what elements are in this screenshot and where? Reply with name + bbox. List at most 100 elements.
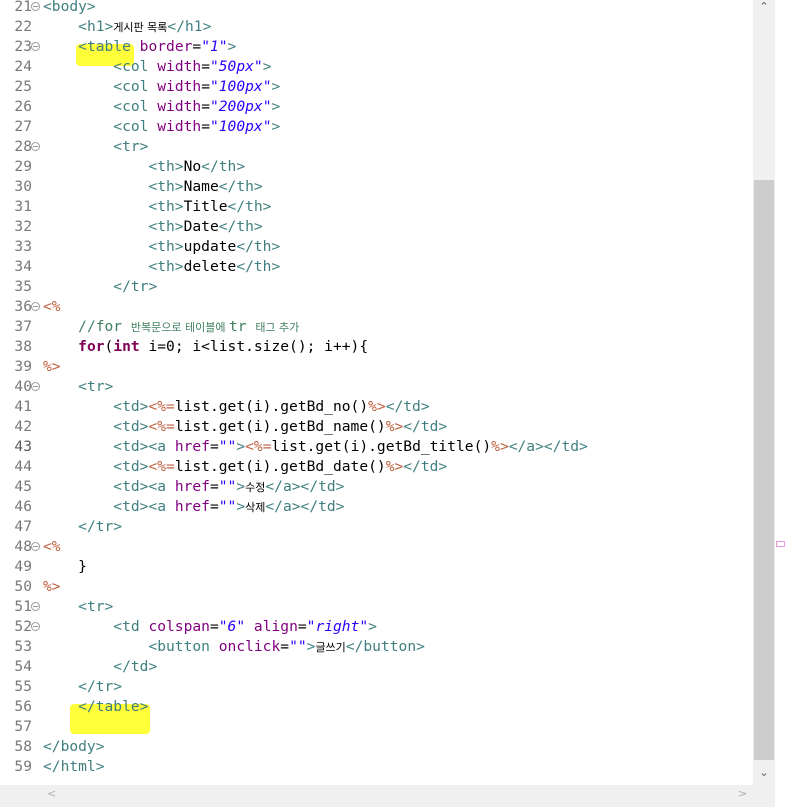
fold-toggle-icon[interactable]: −: [31, 0, 41, 17]
code-line[interactable]: 57: [0, 717, 753, 737]
line-number: 51: [14, 598, 32, 615]
fold-toggle-icon[interactable]: −: [31, 297, 41, 317]
code-token: <tr>: [78, 598, 114, 615]
vertical-scrollbar[interactable]: ⌃ ⌄: [753, 0, 775, 785]
code-line[interactable]: 34 <th>delete</th>: [0, 257, 753, 277]
fold-toggle-icon[interactable]: −: [31, 137, 41, 157]
line-number: 52: [14, 618, 32, 635]
code-line[interactable]: 38 for(int i=0; i<list.size(); i++){: [0, 337, 753, 357]
horizontal-scrollbar[interactable]: < >: [0, 785, 775, 807]
collapse-icon[interactable]: −: [31, 142, 40, 151]
line-number: 58: [14, 738, 32, 755]
code-line[interactable]: 29 <th>No</th>: [0, 157, 753, 177]
collapse-icon[interactable]: −: [31, 382, 40, 391]
code-line[interactable]: 36− <%: [0, 297, 753, 317]
code-line[interactable]: 52− <td colspan="6" align="right">: [0, 617, 753, 637]
code-text: <tr>: [43, 137, 148, 157]
code-line[interactable]: 49 }: [0, 557, 753, 577]
code-line[interactable]: 21− <body>: [0, 0, 753, 17]
scroll-left-icon[interactable]: <: [47, 787, 56, 800]
code-token: </th>: [218, 178, 263, 195]
code-line[interactable]: 23− <table border="1">: [0, 37, 753, 57]
code-text: <td colspan="6" align="right">: [43, 617, 377, 637]
code-line[interactable]: 39 %>: [0, 357, 753, 377]
code-line[interactable]: 22 <h1>게시판 목록</h1>: [0, 17, 753, 37]
code-text: <td><a href="">삭제</a></td>: [43, 497, 344, 518]
fold-toggle-icon[interactable]: −: [31, 537, 41, 557]
collapse-icon[interactable]: −: [31, 622, 40, 631]
code-line[interactable]: 46 <td><a href="">삭제</a></td>: [0, 497, 753, 517]
collapse-icon[interactable]: −: [31, 602, 40, 611]
code-token: </td>: [385, 398, 430, 415]
code-line[interactable]: 33 <th>update</th>: [0, 237, 753, 257]
line-number: 43: [14, 438, 32, 455]
code-line[interactable]: 47 </tr>: [0, 517, 753, 537]
line-number: 55: [14, 678, 32, 695]
code-line[interactable]: 26 <col width="200px">: [0, 97, 753, 117]
code-token: >: [236, 438, 246, 455]
code-line[interactable]: 58 </body>: [0, 737, 753, 757]
code-line[interactable]: 41 <td><%=list.get(i).getBd_no()%></td>: [0, 397, 753, 417]
code-line[interactable]: 56 </table>: [0, 697, 753, 717]
code-line[interactable]: 30 <th>Name</th>: [0, 177, 753, 197]
line-number: 48: [14, 538, 32, 555]
code-token: align: [253, 618, 298, 635]
line-number: 56: [14, 698, 32, 715]
code-text: </td>: [43, 657, 157, 677]
line-number: 50: [14, 578, 32, 595]
code-text: <col width="200px">: [43, 97, 280, 117]
ruler-marker[interactable]: [776, 541, 785, 547]
code-line[interactable]: 43 <td><a href=""><%=list.get(i).getBd_t…: [0, 437, 753, 457]
code-line[interactable]: 48− <%: [0, 537, 753, 557]
line-number: 26: [14, 98, 32, 115]
code-line[interactable]: 42 <td><%=list.get(i).getBd_name()%></td…: [0, 417, 753, 437]
code-line[interactable]: 24 <col width="50px">: [0, 57, 753, 77]
code-line[interactable]: 37 //for 반복문으로 테이블에 tr 태그 추가: [0, 317, 753, 337]
code-line[interactable]: 44 <td><%=list.get(i).getBd_date()%></td…: [0, 457, 753, 477]
code-token: <td>: [113, 458, 149, 475]
code-line[interactable]: 27 <col width="100px">: [0, 117, 753, 137]
fold-toggle-icon[interactable]: −: [31, 597, 41, 617]
code-line[interactable]: 51− <tr>: [0, 597, 753, 617]
code-text: <button onclick="">글쓰기</button>: [43, 637, 424, 658]
line-number: 49: [14, 558, 32, 575]
code-token: %>: [385, 458, 404, 475]
code-line[interactable]: 31 <th>Title</th>: [0, 197, 753, 217]
code-line[interactable]: 32 <th>Date</th>: [0, 217, 753, 237]
collapse-icon[interactable]: −: [31, 302, 40, 311]
code-line[interactable]: 45 <td><a href="">수정</a></td>: [0, 477, 753, 497]
code-editor[interactable]: 21− <body> 22 <h1>게시판 목록</h1> 23− <table bo…: [0, 0, 753, 785]
fold-toggle-icon[interactable]: −: [31, 37, 41, 57]
code-token: </a></td>: [265, 498, 345, 515]
code-token: "": [218, 478, 237, 495]
code-token: >: [271, 78, 281, 95]
horizontal-scroll-track[interactable]: [42, 787, 753, 805]
fold-toggle-icon[interactable]: −: [31, 377, 41, 397]
code-line[interactable]: 53 <button onclick="">글쓰기</button>: [0, 637, 753, 657]
code-line[interactable]: 25 <col width="100px">: [0, 77, 753, 97]
line-number: 28: [14, 138, 32, 155]
code-token: <th>: [148, 218, 184, 235]
code-line[interactable]: 50 %>: [0, 577, 753, 597]
code-line[interactable]: 55 </tr>: [0, 677, 753, 697]
collapse-icon[interactable]: −: [31, 42, 40, 51]
code-token: <td>: [113, 418, 149, 435]
collapse-icon[interactable]: −: [31, 542, 40, 551]
fold-toggle-icon[interactable]: −: [31, 617, 41, 637]
code-line[interactable]: 35 </tr>: [0, 277, 753, 297]
code-token: <th>: [148, 178, 184, 195]
code-text: <th>Date</th>: [43, 217, 262, 237]
code-text: <td><%=list.get(i).getBd_name()%></td>: [43, 417, 447, 437]
collapse-icon[interactable]: −: [31, 2, 40, 11]
code-line[interactable]: 40− <tr>: [0, 377, 753, 397]
code-token: list.get(i).getBd_name(): [174, 418, 386, 435]
code-line[interactable]: 54 </td>: [0, 657, 753, 677]
vertical-scroll-thumb[interactable]: [754, 180, 774, 760]
scroll-up-icon[interactable]: ⌃: [753, 0, 775, 13]
scroll-right-icon[interactable]: >: [738, 787, 747, 800]
code-text: <th>No</th>: [43, 157, 245, 177]
code-line[interactable]: 28− <tr>: [0, 137, 753, 157]
scroll-down-icon[interactable]: ⌄: [753, 766, 775, 779]
code-line[interactable]: 59 </html>: [0, 757, 753, 777]
code-token: =: [209, 438, 219, 455]
